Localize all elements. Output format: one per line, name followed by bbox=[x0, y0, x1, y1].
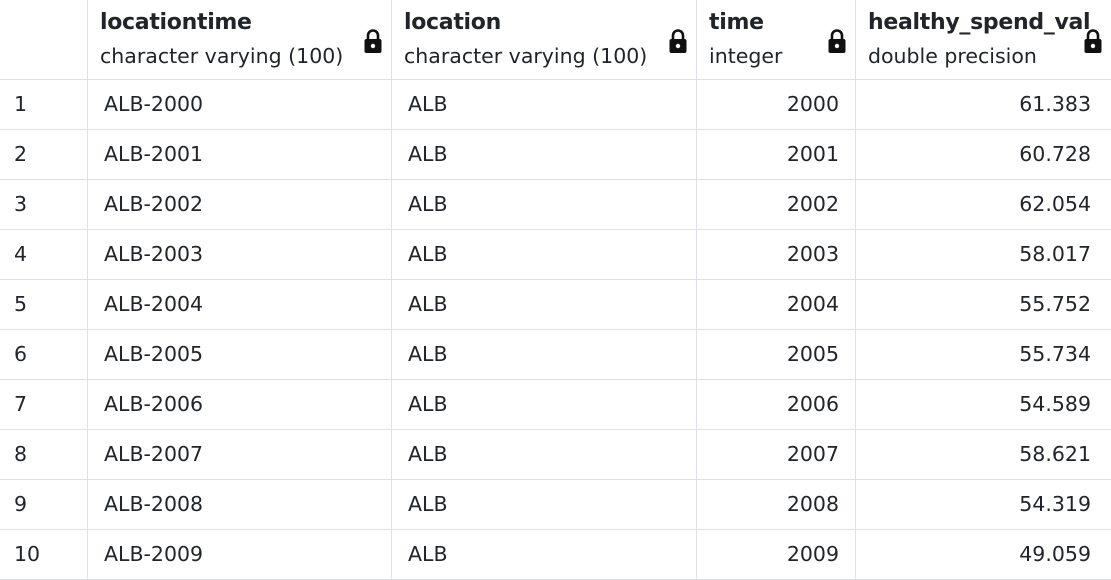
cell-healthy-spend-val[interactable]: 54.319 bbox=[856, 480, 1111, 529]
cell-healthy-spend-val[interactable]: 62.054 bbox=[856, 180, 1111, 229]
cell-healthy-spend-val[interactable]: 60.728 bbox=[856, 130, 1111, 179]
table-row[interactable]: 1 ALB-2000 ALB 2000 61.383 bbox=[0, 80, 1111, 130]
cell-time[interactable]: 2000 bbox=[697, 80, 856, 129]
cell-healthy-spend-val[interactable]: 58.017 bbox=[856, 230, 1111, 279]
column-header-location[interactable]: location character varying (100) bbox=[392, 0, 697, 79]
cell-locationtime[interactable]: ALB-2000 bbox=[88, 80, 392, 129]
lock-icon bbox=[1084, 29, 1102, 53]
table-row[interactable]: 3 ALB-2002 ALB 2002 62.054 bbox=[0, 180, 1111, 230]
cell-location[interactable]: ALB bbox=[392, 180, 697, 229]
cell-locationtime[interactable]: ALB-2009 bbox=[88, 530, 392, 579]
table-row[interactable]: 10 ALB-2009 ALB 2009 49.059 bbox=[0, 530, 1111, 580]
row-number[interactable]: 4 bbox=[0, 230, 88, 279]
column-type: character varying (100) bbox=[100, 44, 344, 68]
column-type: double precision bbox=[868, 44, 1037, 68]
row-number[interactable]: 5 bbox=[0, 280, 88, 329]
cell-locationtime[interactable]: ALB-2001 bbox=[88, 130, 392, 179]
grid-body: 1 ALB-2000 ALB 2000 61.383 2 ALB-2001 AL… bbox=[0, 80, 1111, 580]
cell-time[interactable]: 2004 bbox=[697, 280, 856, 329]
row-number[interactable]: 10 bbox=[0, 530, 88, 579]
cell-location[interactable]: ALB bbox=[392, 430, 697, 479]
table-row[interactable]: 9 ALB-2008 ALB 2008 54.319 bbox=[0, 480, 1111, 530]
row-number[interactable]: 2 bbox=[0, 130, 88, 179]
cell-healthy-spend-val[interactable]: 58.621 bbox=[856, 430, 1111, 479]
column-header-healthy-spend-val[interactable]: healthy_spend_val double precision bbox=[856, 0, 1111, 79]
column-type: integer bbox=[709, 44, 783, 68]
cell-locationtime[interactable]: ALB-2002 bbox=[88, 180, 392, 229]
cell-locationtime[interactable]: ALB-2007 bbox=[88, 430, 392, 479]
grid-header: locationtime character varying (100) loc… bbox=[0, 0, 1111, 80]
cell-location[interactable]: ALB bbox=[392, 530, 697, 579]
cell-locationtime[interactable]: ALB-2006 bbox=[88, 380, 392, 429]
cell-healthy-spend-val[interactable]: 55.734 bbox=[856, 330, 1111, 379]
lock-icon bbox=[364, 29, 382, 53]
cell-locationtime[interactable]: ALB-2008 bbox=[88, 480, 392, 529]
column-name: healthy_spend_val bbox=[868, 10, 1091, 35]
cell-healthy-spend-val[interactable]: 54.589 bbox=[856, 380, 1111, 429]
cell-location[interactable]: ALB bbox=[392, 80, 697, 129]
column-name: time bbox=[709, 10, 764, 35]
cell-time[interactable]: 2009 bbox=[697, 530, 856, 579]
column-type: character varying (100) bbox=[404, 44, 648, 68]
cell-locationtime[interactable]: ALB-2003 bbox=[88, 230, 392, 279]
cell-location[interactable]: ALB bbox=[392, 330, 697, 379]
cell-time[interactable]: 2003 bbox=[697, 230, 856, 279]
cell-locationtime[interactable]: ALB-2005 bbox=[88, 330, 392, 379]
cell-time[interactable]: 2002 bbox=[697, 180, 856, 229]
row-number[interactable]: 8 bbox=[0, 430, 88, 479]
row-number[interactable]: 1 bbox=[0, 80, 88, 129]
row-number[interactable]: 9 bbox=[0, 480, 88, 529]
cell-time[interactable]: 2005 bbox=[697, 330, 856, 379]
row-number-header[interactable] bbox=[0, 0, 88, 79]
cell-time[interactable]: 2006 bbox=[697, 380, 856, 429]
row-number[interactable]: 7 bbox=[0, 380, 88, 429]
cell-healthy-spend-val[interactable]: 49.059 bbox=[856, 530, 1111, 579]
data-output-grid: locationtime character varying (100) loc… bbox=[0, 0, 1111, 580]
table-row[interactable]: 5 ALB-2004 ALB 2004 55.752 bbox=[0, 280, 1111, 330]
column-header-locationtime[interactable]: locationtime character varying (100) bbox=[88, 0, 392, 79]
table-row[interactable]: 2 ALB-2001 ALB 2001 60.728 bbox=[0, 130, 1111, 180]
table-row[interactable]: 8 ALB-2007 ALB 2007 58.621 bbox=[0, 430, 1111, 480]
table-row[interactable]: 7 ALB-2006 ALB 2006 54.589 bbox=[0, 380, 1111, 430]
cell-location[interactable]: ALB bbox=[392, 480, 697, 529]
lock-icon bbox=[669, 29, 687, 53]
table-row[interactable]: 6 ALB-2005 ALB 2005 55.734 bbox=[0, 330, 1111, 380]
row-number[interactable]: 3 bbox=[0, 180, 88, 229]
column-name: locationtime bbox=[100, 10, 252, 35]
row-number[interactable]: 6 bbox=[0, 330, 88, 379]
cell-healthy-spend-val[interactable]: 61.383 bbox=[856, 80, 1111, 129]
cell-location[interactable]: ALB bbox=[392, 230, 697, 279]
cell-time[interactable]: 2007 bbox=[697, 430, 856, 479]
cell-location[interactable]: ALB bbox=[392, 130, 697, 179]
cell-time[interactable]: 2001 bbox=[697, 130, 856, 179]
cell-healthy-spend-val[interactable]: 55.752 bbox=[856, 280, 1111, 329]
cell-locationtime[interactable]: ALB-2004 bbox=[88, 280, 392, 329]
cell-location[interactable]: ALB bbox=[392, 280, 697, 329]
column-name: location bbox=[404, 10, 501, 35]
table-row[interactable]: 4 ALB-2003 ALB 2003 58.017 bbox=[0, 230, 1111, 280]
cell-time[interactable]: 2008 bbox=[697, 480, 856, 529]
lock-icon bbox=[828, 29, 846, 53]
column-header-time[interactable]: time integer bbox=[697, 0, 856, 79]
cell-location[interactable]: ALB bbox=[392, 380, 697, 429]
